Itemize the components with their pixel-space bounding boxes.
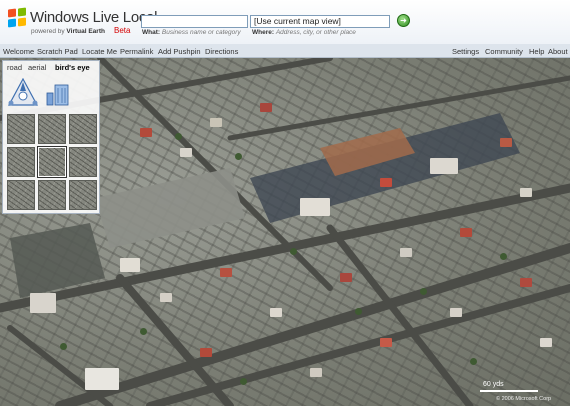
building (140, 128, 152, 137)
menu-about[interactable]: About (548, 47, 568, 56)
navigator-tile-center[interactable] (37, 146, 67, 178)
building (160, 293, 172, 302)
building (220, 268, 232, 277)
arrow-right-icon: ➜ (400, 16, 407, 25)
navigator-tile-n[interactable] (38, 114, 66, 144)
tree (60, 343, 67, 350)
tree (140, 328, 147, 335)
tab-birds-eye[interactable]: bird's eye (55, 63, 90, 72)
where-hint-text: Address, city, or other place (275, 29, 356, 36)
navigator-tile-ne[interactable] (69, 114, 97, 144)
building (310, 368, 322, 377)
building (400, 248, 412, 257)
header: Windows Live Local powered by Virtual Ea… (0, 0, 570, 44)
menu-locate-me[interactable]: Locate Me (82, 47, 117, 56)
beta-badge: Beta (114, 26, 131, 35)
menu-directions[interactable]: Directions (205, 47, 238, 56)
tree (175, 133, 182, 140)
map-scale: 60 yds (480, 381, 538, 394)
scale-label: 60 yds (483, 381, 504, 388)
where-label: Where: (252, 29, 275, 36)
tree (240, 378, 247, 385)
powered-by-brand: Virtual Earth (66, 28, 105, 35)
building (380, 178, 392, 187)
menu-welcome[interactable]: Welcome (3, 47, 34, 56)
powered-by: powered by Virtual Earth (31, 28, 105, 35)
building (500, 138, 512, 147)
windows-logo-icon (8, 7, 27, 28)
navigator-tile-nw[interactable] (7, 114, 35, 144)
search-go-button[interactable]: ➜ (397, 14, 410, 27)
menu-permalink[interactable]: Permalink (120, 47, 153, 56)
what-hint-text: Business name or category (161, 29, 241, 36)
small-building-icon (46, 92, 54, 106)
menu-help[interactable]: Help (529, 47, 544, 56)
navigator-tile-sw[interactable] (7, 180, 35, 210)
menu-community[interactable]: Community (485, 47, 523, 56)
map-copyright: © 2006 Microsoft Corp (496, 396, 552, 402)
building (460, 228, 472, 237)
building (260, 103, 272, 112)
where-hint: Where: Address, city, or other place (252, 29, 356, 36)
tree (470, 358, 477, 365)
building (300, 198, 330, 216)
school-yard (95, 168, 245, 248)
powered-by-label: powered by (31, 28, 65, 35)
tab-road[interactable]: road (7, 63, 22, 72)
tree (500, 253, 507, 260)
compass-node (8, 100, 14, 106)
what-search-input[interactable] (141, 15, 248, 28)
navigator-tile-e[interactable] (69, 147, 97, 177)
building (210, 118, 222, 127)
building (380, 338, 392, 347)
tree (420, 288, 427, 295)
compass-rotate-icon[interactable] (6, 78, 40, 108)
building (450, 308, 462, 317)
tree (355, 308, 362, 315)
building (520, 188, 532, 197)
building (85, 368, 119, 390)
compass-center (18, 91, 28, 101)
zoom-level-icon[interactable] (46, 79, 70, 107)
tree (235, 153, 242, 160)
map-control-panel: road aerial bird's eye (2, 60, 100, 214)
map-view[interactable]: 60 yds © 2006 Microsoft Corp road aerial… (0, 58, 570, 406)
large-building-icon (54, 84, 69, 106)
menu-settings[interactable]: Settings (452, 47, 479, 56)
scale-bar (480, 390, 538, 392)
where-search-input[interactable]: [Use current map view] (250, 15, 390, 28)
building (520, 278, 532, 287)
building (270, 308, 282, 317)
navigator-tile-se[interactable] (69, 180, 97, 210)
tree (290, 248, 297, 255)
what-label: What: (142, 29, 161, 36)
menu-scratch-pad[interactable]: Scratch Pad (37, 47, 78, 56)
building (180, 148, 192, 157)
brand-title: Windows Live Local (30, 9, 158, 26)
building (430, 158, 458, 174)
building (540, 338, 552, 347)
birds-eye-navigator (7, 114, 97, 212)
building (30, 293, 56, 313)
navigator-tile-w[interactable] (7, 147, 35, 177)
navigator-tile-s[interactable] (38, 180, 66, 210)
view-tabs: road aerial bird's eye (3, 61, 99, 73)
compass-node (32, 100, 38, 106)
building (340, 273, 352, 282)
tab-aerial[interactable]: aerial (28, 63, 46, 72)
building (120, 258, 140, 272)
what-hint: What: Business name or category (142, 29, 241, 36)
menu-bar: Welcome Scratch Pad Locate Me Permalink … (0, 44, 570, 58)
menu-add-pushpin[interactable]: Add Pushpin (158, 47, 201, 56)
street (7, 325, 113, 406)
building (200, 348, 212, 357)
